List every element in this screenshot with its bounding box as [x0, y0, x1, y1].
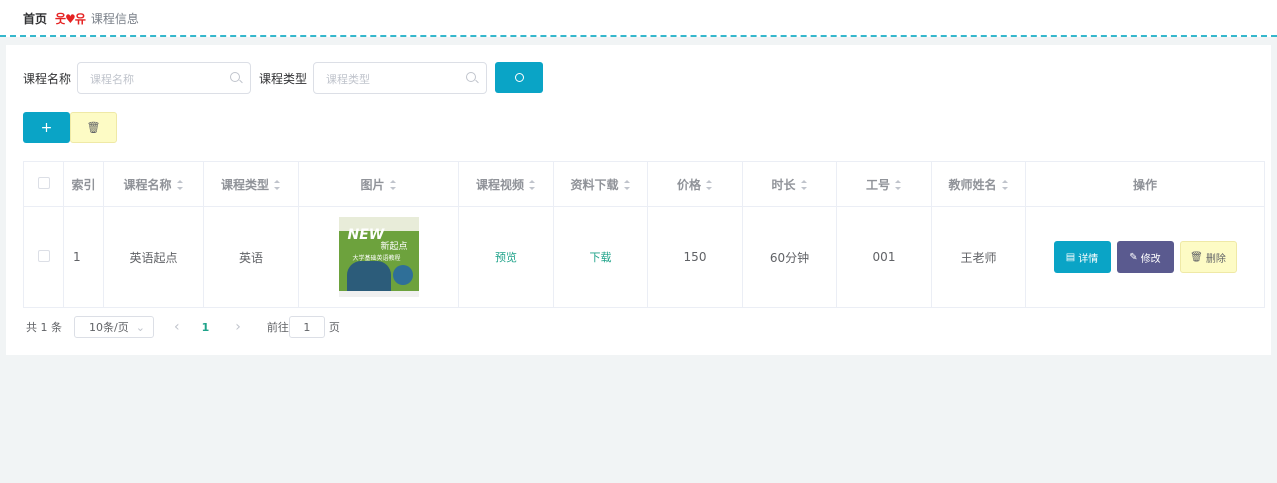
page-suffix: 页 [328, 321, 340, 334]
select-all-cell[interactable] [23, 161, 64, 207]
course-type-placeholder: 课程类型 [326, 73, 370, 86]
search-icon [230, 72, 240, 82]
sort-icon[interactable] [389, 180, 397, 190]
col-duration[interactable]: 时长 [742, 161, 837, 207]
cell-download: 下载 [553, 206, 648, 308]
breadcrumb-home[interactable]: 首页 [23, 10, 47, 27]
col-index: 索引 [63, 161, 104, 207]
prev-page-button[interactable]: ‹ [174, 319, 180, 335]
goto-page-value: 1 [303, 320, 311, 334]
row-select-cell[interactable] [23, 206, 64, 308]
col-video[interactable]: 课程视频 [458, 161, 554, 207]
course-name-label: 课程名称 [23, 72, 72, 86]
col-course-name[interactable]: 课程名称 [103, 161, 204, 207]
breadcrumb: 首页 웃♥유 课程信息 [23, 10, 139, 27]
cell-video: 预览 [458, 206, 554, 308]
sort-icon[interactable] [274, 180, 281, 190]
batch-delete-button[interactable]: 🗑 [70, 112, 117, 143]
goto-page-input[interactable]: 1 [288, 316, 325, 338]
sort-icon[interactable] [176, 180, 184, 190]
chevron-down-icon: ⌄ [135, 320, 145, 334]
col-course-type[interactable]: 课程类型 [203, 161, 299, 207]
cell-course-type: 英语 [203, 206, 299, 308]
breadcrumb-current: 课程信息 [90, 12, 139, 26]
pagination: 共 1 条 10条/页 ⌄ ‹ 1 › 前往 1 页 [26, 316, 340, 338]
add-button[interactable]: + [23, 112, 70, 143]
page-number-current[interactable]: 1 [202, 321, 210, 334]
pagination-total: 共 1 条 [26, 321, 62, 334]
cell-actions: ▤ 详情 ✎ 修改 🗑 删除 [1025, 206, 1265, 308]
goto-label: 前往 [266, 321, 289, 334]
course-name-placeholder: 课程名称 [90, 73, 134, 86]
cell-duration: 60分钟 [742, 206, 837, 308]
cell-price: 150 [647, 206, 743, 308]
delete-button[interactable]: 🗑 删除 [1179, 241, 1237, 273]
sort-icon[interactable] [895, 180, 902, 190]
sort-icon[interactable] [529, 180, 536, 190]
trash-icon: 🗑 [1190, 251, 1203, 263]
course-table: 索引 课程名称 课程类型 图片 课程视频 资料下载 价格 时长 工号 教师姓名 … [23, 161, 1265, 308]
download-link[interactable]: 下载 [590, 251, 612, 264]
next-page-button[interactable]: › [235, 319, 241, 335]
course-name-input[interactable]: 课程名称 [77, 62, 251, 94]
detail-button[interactable]: ▤ 详情 [1053, 241, 1111, 273]
cell-teacher: 王老师 [931, 206, 1026, 308]
document-icon: ▤ [1065, 251, 1076, 263]
cell-image: NEW 新起点 大学基础英语教程 [298, 206, 459, 308]
course-type-input[interactable]: 课程类型 [313, 62, 487, 94]
select-all-checkbox[interactable] [37, 176, 50, 189]
col-price[interactable]: 价格 [647, 161, 743, 207]
search-icon [466, 72, 476, 82]
search-button[interactable] [495, 62, 543, 93]
row-checkbox[interactable] [37, 249, 50, 262]
table-row: 1 英语起点 英语 NEW 新起点 大学基础英语教程 预览 下载 150 60分… [23, 206, 1265, 308]
page-size-value: 10条/页 [89, 321, 129, 334]
course-cover-image[interactable]: NEW 新起点 大学基础英语教程 [338, 217, 419, 297]
preview-link[interactable]: 预览 [495, 251, 517, 264]
col-actions: 操作 [1025, 161, 1265, 207]
top-bar: 首页 웃♥유 课程信息 [0, 0, 1277, 37]
edit-button[interactable]: ✎ 修改 [1116, 241, 1174, 273]
cell-staff-no: 001 [836, 206, 932, 308]
cover-brand: NEW [347, 227, 385, 243]
col-download[interactable]: 资料下载 [553, 161, 648, 207]
table-header-row: 索引 课程名称 课程类型 图片 课程视频 资料下载 价格 时长 工号 教师姓名 … [23, 161, 1265, 207]
breadcrumb-separator: 웃♥유 [55, 12, 86, 26]
sort-icon[interactable] [1001, 180, 1009, 190]
col-teacher[interactable]: 教师姓名 [931, 161, 1026, 207]
col-staff-no[interactable]: 工号 [836, 161, 932, 207]
page-size-select[interactable]: 10条/页 ⌄ [74, 316, 154, 338]
cell-course-name: 英语起点 [103, 206, 204, 308]
cell-index: 1 [63, 206, 104, 308]
sort-icon[interactable] [623, 180, 631, 190]
cover-title: 新起点 [380, 242, 408, 252]
edit-icon: ✎ [1129, 251, 1138, 263]
sort-icon[interactable] [706, 180, 713, 190]
course-type-label: 课程类型 [259, 72, 308, 86]
col-image[interactable]: 图片 [298, 161, 459, 207]
search-icon [514, 73, 524, 82]
trash-icon: 🗑 [86, 121, 101, 134]
sort-icon[interactable] [800, 180, 808, 190]
